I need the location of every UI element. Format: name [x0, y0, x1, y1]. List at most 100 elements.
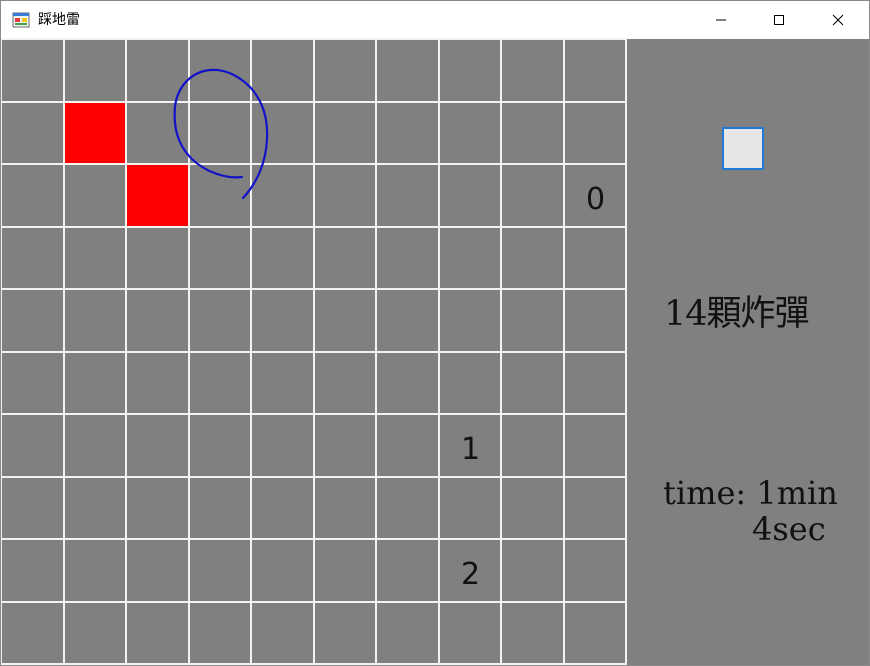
- mine-cell[interactable]: [315, 165, 376, 226]
- mine-cell[interactable]: [565, 228, 626, 289]
- mine-cell[interactable]: [2, 228, 63, 289]
- mine-cell[interactable]: [190, 415, 251, 476]
- mine-cell[interactable]: [502, 228, 563, 289]
- mine-cell[interactable]: [502, 603, 563, 664]
- close-button[interactable]: [809, 1, 867, 39]
- mine-cell[interactable]: [502, 290, 563, 351]
- maximize-button[interactable]: [750, 1, 808, 39]
- mine-cell[interactable]: [65, 478, 126, 539]
- mine-cell[interactable]: [2, 603, 63, 664]
- mine-cell[interactable]: [315, 290, 376, 351]
- mine-cell[interactable]: [127, 228, 188, 289]
- mine-cell[interactable]: [502, 478, 563, 539]
- mine-cell[interactable]: [190, 540, 251, 601]
- mine-cell[interactable]: [252, 540, 313, 601]
- mine-cell[interactable]: [2, 40, 63, 101]
- mine-cell[interactable]: [502, 165, 563, 226]
- mine-cell[interactable]: [377, 290, 438, 351]
- mine-cell[interactable]: [440, 290, 501, 351]
- mine-cell[interactable]: [377, 603, 438, 664]
- mine-cell[interactable]: [440, 165, 501, 226]
- mine-cell[interactable]: [127, 478, 188, 539]
- mine-cell[interactable]: [252, 478, 313, 539]
- mine-cell[interactable]: [315, 478, 376, 539]
- mine-cell[interactable]: [377, 353, 438, 414]
- mine-cell[interactable]: [565, 353, 626, 414]
- mine-cell[interactable]: [440, 478, 501, 539]
- mine-cell[interactable]: [127, 165, 188, 226]
- mine-cell[interactable]: [127, 103, 188, 164]
- mine-cell[interactable]: [190, 603, 251, 664]
- mine-cell[interactable]: [252, 415, 313, 476]
- mine-cell[interactable]: [190, 478, 251, 539]
- mine-cell[interactable]: [190, 165, 251, 226]
- mine-cell[interactable]: [315, 540, 376, 601]
- mine-cell[interactable]: [440, 40, 501, 101]
- mine-cell[interactable]: [377, 540, 438, 601]
- mine-cell[interactable]: [377, 40, 438, 101]
- minimize-button[interactable]: [692, 1, 750, 39]
- mine-cell[interactable]: [440, 603, 501, 664]
- mine-cell[interactable]: [252, 165, 313, 226]
- mine-cell[interactable]: [440, 228, 501, 289]
- mine-cell[interactable]: [2, 165, 63, 226]
- mine-cell[interactable]: [315, 603, 376, 664]
- mine-cell[interactable]: [565, 540, 626, 601]
- mine-cell[interactable]: [127, 40, 188, 101]
- mine-cell[interactable]: [127, 290, 188, 351]
- mine-cell[interactable]: [127, 603, 188, 664]
- mine-cell[interactable]: [127, 540, 188, 601]
- mine-cell[interactable]: [65, 228, 126, 289]
- title-bar[interactable]: 踩地雷: [1, 1, 869, 39]
- mine-cell[interactable]: [127, 353, 188, 414]
- mine-cell[interactable]: [2, 103, 63, 164]
- mine-cell[interactable]: [2, 415, 63, 476]
- mine-cell[interactable]: [2, 353, 63, 414]
- mine-cell[interactable]: [565, 40, 626, 101]
- mine-cell[interactable]: [252, 228, 313, 289]
- mine-cell[interactable]: [65, 290, 126, 351]
- mine-cell[interactable]: [65, 353, 126, 414]
- mine-cell[interactable]: [65, 40, 126, 101]
- mine-cell[interactable]: [65, 103, 126, 164]
- mine-cell[interactable]: 2: [440, 540, 501, 601]
- mine-cell[interactable]: [190, 353, 251, 414]
- mine-cell[interactable]: [315, 353, 376, 414]
- mine-cell[interactable]: 1: [440, 415, 501, 476]
- mine-cell[interactable]: [315, 103, 376, 164]
- mine-cell[interactable]: [2, 290, 63, 351]
- mine-cell[interactable]: [565, 415, 626, 476]
- mine-cell[interactable]: [502, 40, 563, 101]
- mine-cell[interactable]: [502, 540, 563, 601]
- reset-button[interactable]: [722, 127, 764, 170]
- mine-cell[interactable]: [190, 290, 251, 351]
- mine-cell[interactable]: [502, 353, 563, 414]
- mine-cell[interactable]: [377, 228, 438, 289]
- mine-cell[interactable]: [252, 40, 313, 101]
- mine-cell[interactable]: [190, 40, 251, 101]
- mine-cell[interactable]: [252, 290, 313, 351]
- mine-cell[interactable]: [565, 603, 626, 664]
- mine-cell[interactable]: [377, 415, 438, 476]
- mine-cell[interactable]: [127, 415, 188, 476]
- mine-cell[interactable]: [2, 478, 63, 539]
- mine-cell[interactable]: [440, 353, 501, 414]
- mine-cell[interactable]: [65, 540, 126, 601]
- mine-cell[interactable]: [315, 40, 376, 101]
- mine-cell[interactable]: [190, 103, 251, 164]
- mine-cell[interactable]: [2, 540, 63, 601]
- mine-cell[interactable]: [252, 103, 313, 164]
- mine-cell[interactable]: [440, 103, 501, 164]
- mine-cell[interactable]: [377, 103, 438, 164]
- mine-cell[interactable]: [565, 103, 626, 164]
- mine-cell[interactable]: [252, 353, 313, 414]
- mine-cell[interactable]: 0: [565, 165, 626, 226]
- mine-cell[interactable]: [65, 165, 126, 226]
- mine-cell[interactable]: [565, 478, 626, 539]
- mine-cell[interactable]: [190, 228, 251, 289]
- mine-cell[interactable]: [65, 415, 126, 476]
- mine-cell[interactable]: [252, 603, 313, 664]
- mine-cell[interactable]: [65, 603, 126, 664]
- mine-cell[interactable]: [502, 415, 563, 476]
- mine-cell[interactable]: [377, 478, 438, 539]
